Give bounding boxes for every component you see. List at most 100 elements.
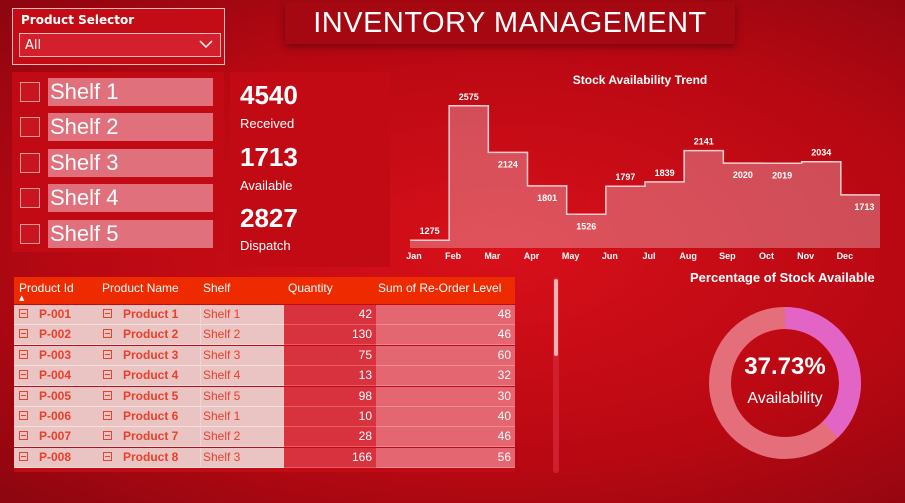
cell-product-name: Product 5 [123,388,179,403]
x-tick-label: Mar [484,251,501,261]
cell-product-id: P-007 [39,429,72,444]
table-row[interactable]: P-003 Product 3 Shelf 3 75 60 [14,345,515,366]
col-header-product-name[interactable]: Product Name [102,281,179,295]
table-row[interactable]: P-005 Product 5 Shelf 5 98 30 [14,386,515,407]
cell-product-id: P-004 [39,368,72,383]
cell-reorder: 56 [497,449,511,464]
cell-quantity: 28 [358,429,372,444]
expand-icon[interactable] [19,329,28,339]
cell-reorder: 32 [497,368,511,383]
shelf-option-5[interactable]: Shelf 5 [20,220,225,250]
x-tick-label: Jan [406,251,422,261]
cell-reorder-bg: 32 [376,366,515,387]
col-header-product-id[interactable]: Product Id [19,281,74,295]
table-row[interactable]: P-002 Product 2 Shelf 2 130 46 [14,325,515,346]
cell-product-id: P-003 [39,347,72,362]
expand-icon[interactable] [19,349,28,359]
data-label: 1797 [615,172,635,182]
row-text-cells: P-003 Product 3 Shelf 3 [14,345,284,366]
sort-asc-icon: ▲ [19,294,25,302]
page-title: INVENTORY MANAGEMENT [285,2,735,44]
expand-icon[interactable] [19,411,28,420]
chart-plot: 1275 Jan 2575 Feb 2124 Mar 1801 Apr 1526 May 1797 J… [406,92,880,261]
cell-product-id: P-005 [39,388,72,403]
shelf-option-1[interactable]: Shelf 1 [20,78,225,108]
expand-icon[interactable] [19,431,28,441]
expand-icon[interactable] [103,349,112,359]
donut-value: 37.73% [744,353,826,380]
product-selector-dropdown[interactable]: All [19,33,221,57]
shelf-label: Shelf 4 [48,184,213,212]
data-label: 2141 [694,137,714,147]
scrollbar-thumb[interactable] [554,279,558,356]
data-label: 1526 [576,221,596,231]
chevron-down-icon [198,36,214,56]
shelf-option-4[interactable]: Shelf 4 [20,184,225,214]
trend-area [410,105,880,248]
cell-shelf: Shelf 2 [203,429,241,444]
row-text-cells: P-001 Product 1 Shelf 1 [14,305,284,325]
column-divider [200,407,201,427]
cell-shelf: Shelf 1 [203,409,241,423]
table-row[interactable]: P-008 Product 8 Shelf 3 166 56 [14,447,515,468]
stock-trend-chart: Stock Availability Trend 1275 Jan 2575 Feb 2… [395,68,885,263]
checkbox[interactable] [20,82,40,102]
expand-icon[interactable] [103,370,112,380]
shelf-option-2[interactable]: Shelf 2 [20,113,225,143]
cell-product-name: Product 8 [123,449,179,464]
available-value: 1713 [240,142,298,172]
column-divider [200,427,201,448]
checkbox[interactable] [20,117,40,137]
table-row[interactable]: P-007 Product 7 Shelf 2 28 46 [14,427,515,448]
data-label: 1839 [655,168,675,178]
cell-quantity-bg: 10 [284,407,376,427]
cell-reorder-bg: 40 [376,407,515,427]
received-label: Received [240,116,295,131]
expand-icon[interactable] [19,451,28,461]
col-header-quantity[interactable]: Quantity [288,281,333,295]
x-tick-label: May [562,251,580,261]
x-tick-label: Apr [524,251,540,261]
row-text-cells: P-004 Product 4 Shelf 4 [14,366,284,387]
cell-quantity-bg: 75 [284,345,376,366]
cell-quantity: 98 [358,388,372,403]
cell-reorder: 46 [497,429,511,444]
cell-reorder: 40 [497,409,511,423]
cell-reorder: 60 [497,347,511,362]
col-header-shelf[interactable]: Shelf [203,281,230,295]
expand-icon[interactable] [19,370,28,380]
table-row[interactable]: P-001 Product 1 Shelf 1 42 48 [14,305,515,325]
x-tick-label: Jun [602,251,618,261]
shelf-option-3[interactable]: Shelf 3 [20,149,225,179]
expand-icon[interactable] [19,309,28,318]
expand-icon[interactable] [19,390,28,400]
shelf-label: Shelf 1 [48,78,213,106]
cell-reorder-bg: 30 [376,386,515,407]
cell-shelf: Shelf 2 [203,327,241,342]
expand-icon[interactable] [103,309,112,318]
data-label: 2020 [733,170,753,180]
expand-icon[interactable] [103,329,112,339]
column-divider [200,447,201,468]
product-selector-value: All [25,38,42,53]
table-row[interactable]: P-004 Product 4 Shelf 4 13 32 [14,366,515,387]
checkbox[interactable] [20,224,40,244]
product-selector: Product Selector All [12,8,225,65]
cell-product-name: Product 3 [123,347,179,362]
expand-icon[interactable] [103,451,112,461]
table-row[interactable]: P-006 Product 6 Shelf 1 10 40 [14,407,515,427]
donut-title: Percentage of Stock Available [690,270,875,285]
col-header-reorder[interactable]: Sum of Re-Order Level [378,281,501,295]
expand-icon[interactable] [103,390,112,400]
shelf-label: Shelf 3 [48,149,213,177]
cell-product-id: P-008 [39,449,72,464]
column-divider [200,366,201,387]
checkbox[interactable] [20,153,40,173]
cell-reorder-bg: 46 [376,427,515,448]
shelf-label: Shelf 2 [48,113,213,141]
expand-icon[interactable] [103,411,112,420]
cell-shelf: Shelf 3 [203,347,241,362]
cell-product-name: Product 1 [123,307,179,321]
expand-icon[interactable] [103,431,112,441]
checkbox[interactable] [20,188,40,208]
